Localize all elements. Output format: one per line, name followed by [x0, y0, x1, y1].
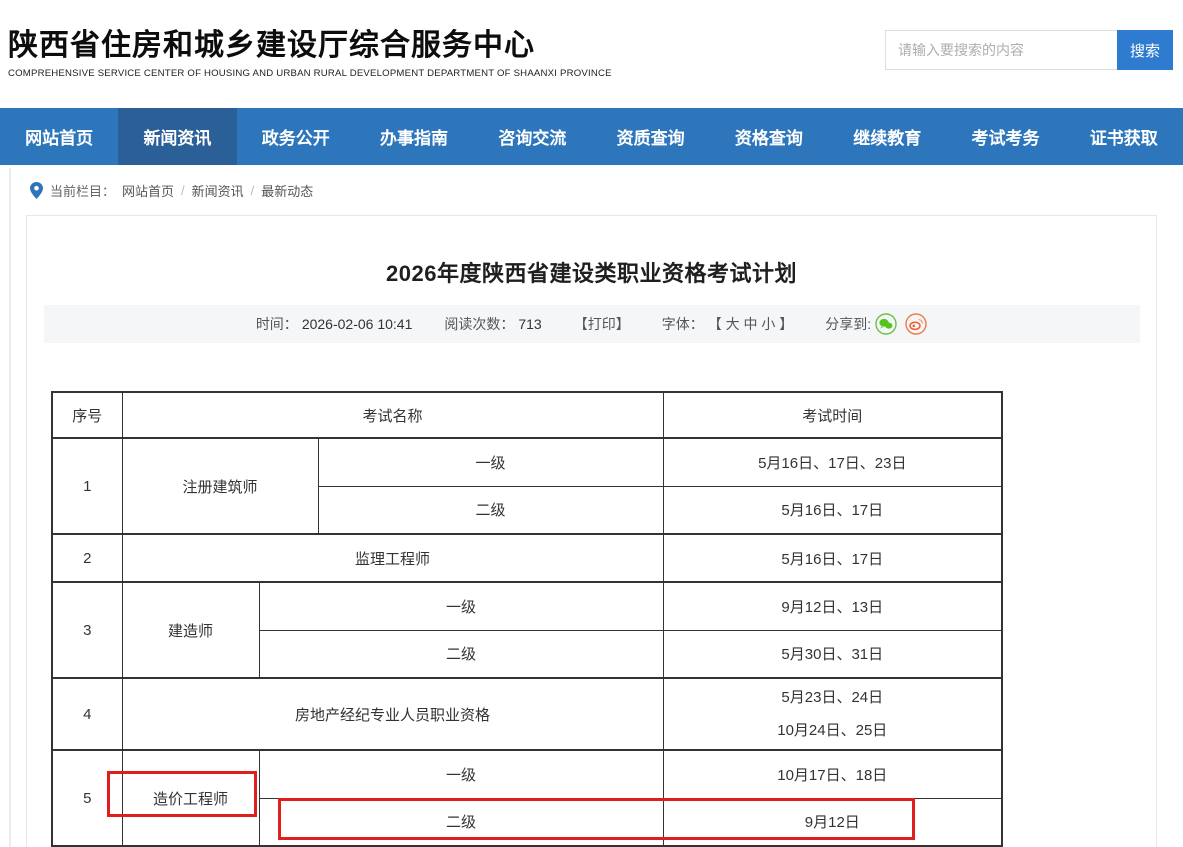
page-edge-line — [9, 168, 11, 847]
search-box: 搜索 — [885, 30, 1173, 70]
main-nav: 网站首页 新闻资讯 政务公开 办事指南 咨询交流 资质查询 资格查询 继续教育 … — [0, 108, 1183, 165]
breadcrumb: 当前栏目： 网站首页 / 新闻资讯 / 最新动态 — [0, 165, 1183, 215]
nav-item-continuing-education[interactable]: 继续教育 — [828, 108, 946, 165]
cell-time: 9月12日、13日 — [663, 582, 1002, 630]
font-size-controls[interactable]: 【 大 中 小 】 — [708, 314, 794, 334]
cell-time: 5月30日、31日 — [663, 630, 1002, 678]
cell-time-line: 10月24日、25日 — [664, 714, 1002, 747]
meta-time-value: 2026-02-06 10:41 — [302, 316, 413, 332]
meta-views: 阅读次数： 713 — [444, 314, 541, 334]
cell-level: 二级 — [259, 630, 663, 678]
article-meta-bar: 时间： 2026-02-06 10:41 阅读次数： 713 【打印】 字体： … — [44, 305, 1140, 343]
location-pin-icon — [30, 182, 43, 199]
cell-name-constructor: 建造师 — [122, 582, 259, 678]
wechat-share-icon[interactable] — [875, 313, 897, 335]
site-logo[interactable]: 陕西省住房和城乡建设厅综合服务中心 COMPREHENSIVE SERVICE … — [8, 20, 612, 79]
cell-time: 10月17日、18日 — [663, 750, 1002, 798]
page: 陕西省住房和城乡建设厅综合服务中心 COMPREHENSIVE SERVICE … — [0, 0, 1183, 847]
nav-item-exam-affairs[interactable]: 考试考务 — [946, 108, 1064, 165]
column-header-time: 考试时间 — [663, 392, 1002, 438]
site-subtitle: COMPREHENSIVE SERVICE CENTER OF HOUSING … — [8, 68, 612, 79]
print-button[interactable]: 【打印】 — [574, 314, 630, 334]
cell-name-supervision-engineer: 监理工程师 — [122, 534, 663, 582]
exam-table-wrap: 序号 考试名称 考试时间 1 注册建筑师 一级 5月16日、17日、23日 二级 — [51, 391, 1001, 847]
meta-share: 分享到: — [825, 313, 927, 335]
cell-level: 二级 — [259, 798, 663, 846]
column-header-no: 序号 — [52, 392, 122, 438]
cell-no-1: 1 — [52, 438, 122, 534]
meta-time: 时间： 2026-02-06 10:41 — [256, 314, 413, 334]
nav-item-consult[interactable]: 咨询交流 — [473, 108, 591, 165]
cell-level: 二级 — [318, 486, 663, 534]
exam-table: 序号 考试名称 考试时间 1 注册建筑师 一级 5月16日、17日、23日 二级 — [51, 391, 1003, 847]
cell-time: 5月16日、17日 — [663, 486, 1002, 534]
cell-no-3: 3 — [52, 582, 122, 678]
nav-item-qualification-query[interactable]: 资质查询 — [591, 108, 709, 165]
cell-time-line: 5月23日、24日 — [664, 681, 1002, 714]
meta-time-label: 时间： — [256, 314, 298, 334]
breadcrumb-link-home[interactable]: 网站首页 — [122, 181, 174, 200]
cell-name-cost-engineer: 造价工程师 — [122, 750, 259, 846]
nav-item-certificate[interactable]: 证书获取 — [1065, 108, 1183, 165]
cell-name-registered-architect: 注册建筑师 — [122, 438, 318, 534]
column-header-name: 考试名称 — [122, 392, 663, 438]
site-header: 陕西省住房和城乡建设厅综合服务中心 COMPREHENSIVE SERVICE … — [0, 0, 1183, 108]
cell-name-real-estate-agent: 房地产经纪专业人员职业资格 — [122, 678, 663, 750]
share-label: 分享到: — [825, 314, 871, 334]
cell-time: 5月23日、24日 10月24日、25日 — [663, 678, 1002, 750]
article-title: 2026年度陕西省建设类职业资格考试计划 — [27, 256, 1156, 288]
cell-no-2: 2 — [52, 534, 122, 582]
breadcrumb-label: 当前栏目： — [50, 181, 115, 200]
nav-item-credential-query[interactable]: 资格查询 — [710, 108, 828, 165]
nav-item-guide[interactable]: 办事指南 — [355, 108, 473, 165]
cell-level: 一级 — [259, 750, 663, 798]
meta-font: 字体： 【 大 中 小 】 — [662, 314, 794, 334]
meta-views-value: 713 — [518, 316, 541, 332]
content-card: 2026年度陕西省建设类职业资格考试计划 时间： 2026-02-06 10:4… — [26, 215, 1157, 847]
nav-item-home[interactable]: 网站首页 — [0, 108, 118, 165]
cell-time: 5月16日、17日、23日 — [663, 438, 1002, 486]
search-input[interactable] — [885, 30, 1117, 70]
breadcrumb-separator: / — [251, 183, 255, 198]
meta-views-label: 阅读次数： — [444, 314, 514, 334]
breadcrumb-separator: / — [181, 183, 185, 198]
nav-item-gov-info[interactable]: 政务公开 — [237, 108, 355, 165]
search-button[interactable]: 搜索 — [1117, 30, 1173, 70]
cell-time: 5月16日、17日 — [663, 534, 1002, 582]
meta-font-label: 字体： — [662, 314, 704, 334]
cell-time: 9月12日 — [663, 798, 1002, 846]
nav-item-news[interactable]: 新闻资讯 — [118, 108, 236, 165]
site-title: 陕西省住房和城乡建设厅综合服务中心 — [8, 20, 612, 64]
cell-level: 一级 — [259, 582, 663, 630]
cell-no-5: 5 — [52, 750, 122, 846]
cell-level: 一级 — [318, 438, 663, 486]
breadcrumb-link-news[interactable]: 新闻资讯 — [192, 181, 244, 200]
cell-no-4: 4 — [52, 678, 122, 750]
weibo-share-icon[interactable] — [905, 313, 927, 335]
breadcrumb-current[interactable]: 最新动态 — [261, 181, 313, 200]
